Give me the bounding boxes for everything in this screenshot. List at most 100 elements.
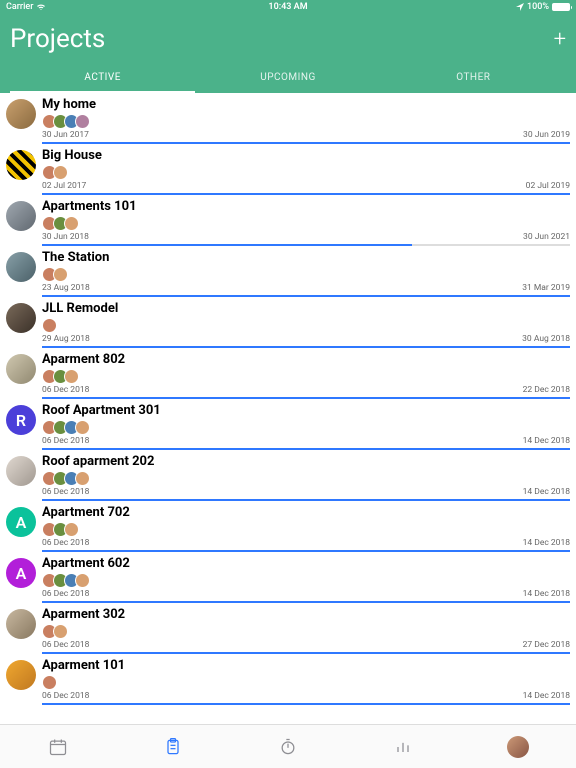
tab-other[interactable]: OTHER <box>381 64 566 93</box>
nav-timer[interactable] <box>276 735 300 759</box>
project-end-date: 14 Dec 2018 <box>523 487 570 497</box>
chart-icon <box>393 737 413 757</box>
project-title: Aparment 302 <box>42 607 570 622</box>
project-thumbnail <box>6 660 36 690</box>
project-thumbnail: A <box>6 558 36 588</box>
status-bar: Carrier 10:43 AM 100% <box>0 0 576 14</box>
status-right: 100% <box>516 2 570 12</box>
clipboard-icon <box>163 737 183 757</box>
project-row[interactable]: The Station23 Aug 201831 Mar 2019 <box>0 246 576 297</box>
progress-track <box>42 448 570 450</box>
project-list[interactable]: My home30 Jun 201730 Jun 2019 Big House 02… <box>0 93 576 724</box>
header: Projects + ACTIVE UPCOMING OTHER <box>0 14 576 93</box>
project-end-date: 14 Dec 2018 <box>523 589 570 599</box>
page-title: Projects <box>10 24 105 54</box>
project-start-date: 30 Jun 2017 <box>42 130 89 140</box>
progress-bar <box>42 601 570 603</box>
member-avatar <box>42 318 57 333</box>
nav-reports[interactable] <box>391 735 415 759</box>
member-avatar <box>75 573 90 588</box>
project-row[interactable]: AApartment 60206 Dec 201814 Dec 2018 <box>0 552 576 603</box>
project-thumbnail <box>6 303 36 333</box>
project-thumbnail <box>6 609 36 639</box>
progress-bar <box>42 346 570 348</box>
project-thumbnail <box>6 201 36 231</box>
member-avatar <box>64 522 79 537</box>
project-end-date: 30 Aug 2018 <box>522 334 570 344</box>
segment-tabs: ACTIVE UPCOMING OTHER <box>10 64 566 93</box>
nav-calendar[interactable] <box>46 735 70 759</box>
project-thumbnail <box>6 150 36 180</box>
status-time: 10:43 AM <box>268 2 307 12</box>
project-end-date: 14 Dec 2018 <box>523 538 570 548</box>
project-start-date: 06 Dec 2018 <box>42 538 89 548</box>
member-avatar <box>53 267 68 282</box>
nav-profile[interactable] <box>506 735 530 759</box>
project-start-date: 02 Jul 2017 <box>42 181 86 191</box>
project-thumbnail <box>6 456 36 486</box>
project-thumbnail <box>6 252 36 282</box>
member-avatar <box>53 624 68 639</box>
nav-projects[interactable] <box>161 735 185 759</box>
project-members <box>42 114 570 129</box>
project-members <box>42 318 570 333</box>
tab-upcoming[interactable]: UPCOMING <box>195 64 380 93</box>
calendar-icon <box>48 737 68 757</box>
project-start-date: 29 Aug 2018 <box>42 334 90 344</box>
tab-active[interactable]: ACTIVE <box>10 64 195 93</box>
progress-bar <box>42 703 570 705</box>
project-row[interactable]: RRoof Apartment 30106 Dec 201814 Dec 201… <box>0 399 576 450</box>
project-members <box>42 522 570 537</box>
progress-bar <box>42 397 570 399</box>
member-avatar <box>75 471 90 486</box>
battery-label: 100% <box>527 2 549 12</box>
project-end-date: 30 Jun 2021 <box>523 232 570 242</box>
project-title: Aparment 802 <box>42 352 570 367</box>
member-avatar <box>75 114 90 129</box>
progress-bar <box>42 652 570 654</box>
member-avatar <box>64 369 79 384</box>
project-title: Big House <box>42 148 570 163</box>
progress-track <box>42 244 570 246</box>
progress-track <box>42 499 570 501</box>
project-row[interactable]: A Apartment 702 06 Dec 2018 14 Dec 2018 <box>0 501 576 552</box>
progress-track <box>42 550 570 552</box>
project-title: Apartment 702 <box>42 505 570 520</box>
project-members <box>42 369 570 384</box>
project-end-date: 22 Dec 2018 <box>523 385 570 395</box>
progress-track <box>42 652 570 654</box>
project-end-date: 14 Dec 2018 <box>523 691 570 701</box>
project-row[interactable]: Apartments 10130 Jun 201830 Jun 2021 <box>0 195 576 246</box>
project-end-date: 14 Dec 2018 <box>523 436 570 446</box>
project-title: Aparment 101 <box>42 658 570 673</box>
project-title: Roof aparment 202 <box>42 454 570 469</box>
project-end-date: 02 Jul 2019 <box>526 181 570 191</box>
project-title: The Station <box>42 250 570 265</box>
project-row[interactable]: JLL Remodel29 Aug 201830 Aug 2018 <box>0 297 576 348</box>
project-members <box>42 675 570 690</box>
battery-icon <box>552 3 570 11</box>
project-row[interactable]: Aparment 10106 Dec 201814 Dec 2018 <box>0 654 576 705</box>
project-thumbnail: A <box>6 507 36 537</box>
progress-bar <box>42 295 570 297</box>
wifi-icon <box>36 3 46 11</box>
member-avatar <box>42 675 57 690</box>
project-members <box>42 471 570 486</box>
add-button[interactable]: + <box>554 27 566 52</box>
project-row[interactable]: Aparment 80206 Dec 201822 Dec 2018 <box>0 348 576 399</box>
project-members <box>42 573 570 588</box>
project-row[interactable]: Big House 02 Jul 2017 02 Jul 2019 <box>0 144 576 195</box>
member-avatar <box>64 216 79 231</box>
location-icon <box>516 3 524 11</box>
project-title: Roof Apartment 301 <box>42 403 570 418</box>
project-end-date: 27 Dec 2018 <box>523 640 570 650</box>
project-row[interactable]: My home30 Jun 201730 Jun 2019 <box>0 93 576 144</box>
project-row[interactable]: Roof aparment 202 06 Dec 2018 14 Dec 2018 <box>0 450 576 501</box>
project-start-date: 30 Jun 2018 <box>42 232 89 242</box>
project-start-date: 06 Dec 2018 <box>42 589 89 599</box>
member-avatar <box>53 165 68 180</box>
project-start-date: 23 Aug 2018 <box>42 283 90 293</box>
project-row[interactable]: Aparment 30206 Dec 201827 Dec 2018 <box>0 603 576 654</box>
project-start-date: 06 Dec 2018 <box>42 487 89 497</box>
project-members <box>42 267 570 282</box>
